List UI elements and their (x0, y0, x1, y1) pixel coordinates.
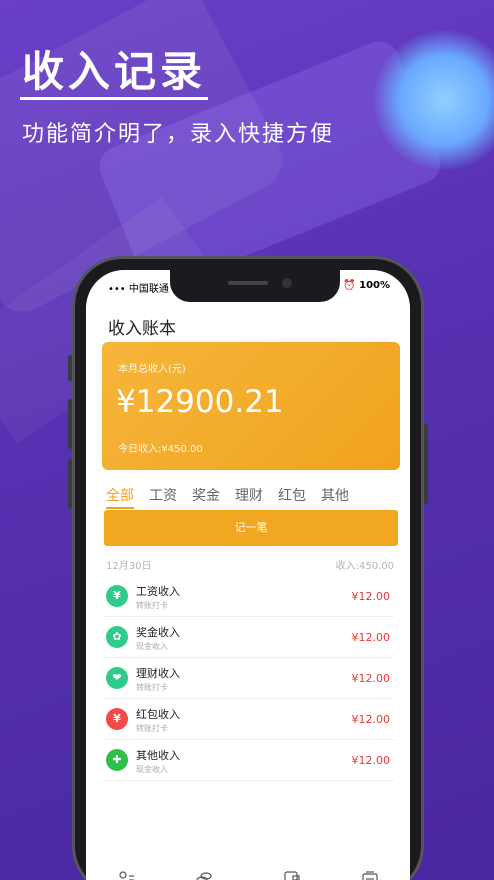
bottom-nav (86, 861, 410, 880)
entry-note: 现金收入 (136, 642, 168, 651)
tab-bonus[interactable]: 奖金 (192, 485, 220, 509)
summary-card: 本月总收入(元) ¥12900.21 今日收入:¥450.00 (102, 342, 400, 470)
entry-note: 转账打卡 (136, 724, 168, 733)
tab-finance[interactable]: 理财 (235, 485, 263, 509)
entry-amount: ¥12.00 (351, 631, 391, 644)
entry-name: 其他收入 (136, 749, 180, 762)
carrier-label: ••• 中国联通 (108, 284, 169, 295)
hero-subtitle: 功能简介明了，录入快捷方便 (22, 122, 335, 147)
phone-side-button (68, 399, 72, 449)
entry-name: 理财收入 (136, 667, 180, 680)
add-record-button[interactable]: 记一笔 (104, 510, 398, 546)
list-item[interactable]: ✿ 奖金收入 现金收入 ¥12.00 (104, 617, 394, 658)
day-header: 12月30日 收入:450.00 (106, 557, 394, 572)
other-icon: ✚ (106, 749, 128, 771)
entry-amount: ¥12.00 (351, 713, 391, 726)
income-list: ¥ 工资收入 转账打卡 ¥12.00 ✿ 奖金收入 现金收入 ¥12.00 ❤ … (104, 576, 394, 781)
entry-name: 奖金收入 (136, 626, 180, 639)
battery-label: ⏰ 100% (343, 280, 390, 291)
phone-side-button (68, 459, 72, 509)
hero-title: 收入记录 (22, 47, 207, 96)
wallet-icon[interactable] (284, 871, 300, 880)
camera (282, 278, 292, 288)
entry-amount: ¥12.00 (351, 754, 391, 767)
hero-underline (20, 97, 208, 100)
tab-all[interactable]: 全部 (106, 485, 134, 509)
page-title: 收入账本 (108, 319, 176, 339)
entry-note: 转账打卡 (136, 683, 168, 692)
month-total-label: 本月总收入(元) (118, 364, 186, 375)
entry-note: 现金收入 (136, 765, 168, 774)
coins-icon[interactable] (196, 871, 212, 880)
list-item[interactable]: ✚ 其他收入 现金收入 ¥12.00 (104, 740, 394, 781)
tab-red-packet[interactable]: 红包 (278, 485, 306, 509)
list-item[interactable]: ¥ 红包收入 转账打卡 ¥12.00 (104, 699, 394, 740)
salary-icon: ¥ (106, 585, 128, 607)
list-item[interactable]: ❤ 理财收入 转账打卡 ¥12.00 (104, 658, 394, 699)
red-packet-icon: ¥ (106, 708, 128, 730)
today-income: 今日收入:¥450.00 (118, 444, 203, 455)
bonus-icon: ✿ (106, 626, 128, 648)
tab-salary[interactable]: 工资 (149, 485, 177, 509)
category-tabs: 全部 工资 奖金 理财 红包 其他 (106, 485, 349, 509)
phone-frame: ••• 中国联通 ⏰ 100% 收入账本 本月总收入(元) ¥12900.21 … (68, 256, 428, 880)
speaker (228, 281, 268, 285)
entry-amount: ¥12.00 (351, 590, 391, 603)
user-list-icon[interactable] (118, 871, 134, 880)
phone-notch (170, 270, 340, 302)
entry-name: 红包收入 (136, 708, 180, 721)
phone-side-button (424, 424, 428, 504)
entry-amount: ¥12.00 (351, 672, 391, 685)
ledger-icon[interactable] (362, 871, 378, 880)
entry-note: 转账打卡 (136, 601, 168, 610)
entry-name: 工资收入 (136, 585, 180, 598)
list-item[interactable]: ¥ 工资收入 转账打卡 ¥12.00 (104, 576, 394, 617)
tab-other[interactable]: 其他 (321, 485, 349, 509)
day-date: 12月30日 (106, 561, 152, 572)
phone-side-button (68, 355, 72, 381)
day-total: 收入:450.00 (335, 561, 394, 572)
phone-screen: ••• 中国联通 ⏰ 100% 收入账本 本月总收入(元) ¥12900.21 … (86, 270, 410, 880)
finance-icon: ❤ (106, 667, 128, 689)
month-total-amount: ¥12900.21 (116, 384, 284, 420)
